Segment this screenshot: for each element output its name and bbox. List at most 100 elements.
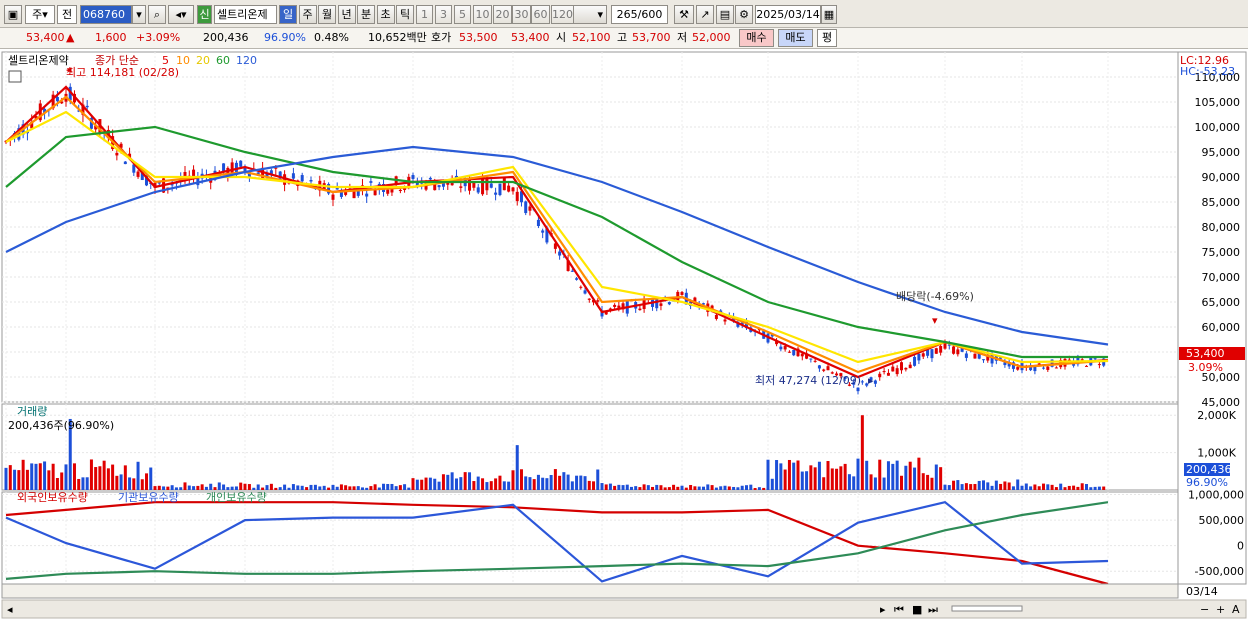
dividend-note: 배당락(-4.69%) bbox=[896, 290, 974, 303]
candle-body bbox=[459, 186, 463, 188]
stock-code-input[interactable]: 068760 bbox=[80, 5, 132, 24]
zoom-in-icon[interactable]: + bbox=[1216, 603, 1225, 616]
tool-icon[interactable]: ⚒ bbox=[674, 5, 694, 24]
ask-price: 53,500 bbox=[459, 31, 498, 44]
volume-bar bbox=[196, 485, 200, 490]
stop-icon[interactable]: ■ bbox=[912, 603, 922, 616]
sell-button[interactable]: 매도 bbox=[778, 29, 813, 47]
volume-bar bbox=[313, 484, 317, 490]
volume-bar bbox=[94, 467, 98, 490]
volume-bar bbox=[646, 485, 650, 490]
volume-bar bbox=[25, 469, 29, 490]
volume-bar bbox=[162, 486, 166, 490]
volume-bar bbox=[532, 479, 536, 490]
volume-bar bbox=[424, 477, 428, 490]
buy-button[interactable]: 매수 bbox=[739, 29, 774, 47]
table-icon[interactable] bbox=[8, 70, 22, 83]
date-field[interactable]: 2025/03/14 bbox=[755, 5, 821, 24]
candle-body bbox=[1097, 364, 1101, 366]
candle-body bbox=[873, 380, 877, 384]
volume-bar bbox=[960, 484, 964, 490]
volume-bar bbox=[327, 487, 331, 490]
interval-button-7[interactable]: 120 bbox=[551, 5, 574, 24]
volume-bar bbox=[115, 475, 119, 490]
calendar-icon[interactable]: ▦ bbox=[821, 5, 837, 24]
candle-body bbox=[856, 387, 860, 392]
scroll-right-icon[interactable]: ▸ bbox=[880, 603, 886, 616]
volume-bar bbox=[98, 466, 102, 490]
layout-icon[interactable]: ▣ bbox=[4, 5, 22, 24]
draw-icon[interactable]: ↗ bbox=[696, 5, 714, 24]
candle-body bbox=[939, 345, 943, 353]
period-tab-6[interactable]: 틱 bbox=[396, 5, 414, 24]
open-label: 시 bbox=[556, 31, 567, 44]
volume-bar bbox=[265, 485, 269, 490]
candle-body bbox=[494, 192, 498, 195]
candle-body bbox=[587, 298, 591, 300]
count-field[interactable]: 265/600 bbox=[611, 5, 668, 24]
volume-bar bbox=[934, 464, 938, 490]
interval-dropdown[interactable]: ▾ bbox=[573, 5, 607, 24]
font-size-icon[interactable]: A bbox=[1232, 603, 1240, 616]
volume-bar bbox=[990, 485, 994, 490]
volume-bar bbox=[830, 468, 834, 490]
candle-body bbox=[921, 353, 925, 357]
volume-bar bbox=[322, 485, 326, 490]
zoom-slider[interactable] bbox=[951, 605, 1023, 612]
settings-gear-icon[interactable]: ⚙ bbox=[735, 5, 753, 24]
volume-bar bbox=[545, 478, 549, 490]
hc-label: HC:-53.23 bbox=[1180, 65, 1235, 78]
period-tab-5[interactable]: 초 bbox=[376, 5, 395, 24]
prev-select[interactable]: 전 bbox=[57, 5, 77, 24]
period-tab-3[interactable]: 년 bbox=[337, 5, 356, 24]
volume-bar bbox=[676, 486, 680, 490]
interval-button-3[interactable]: 10 bbox=[473, 5, 492, 24]
candle-body bbox=[964, 353, 968, 358]
volume-bar bbox=[839, 466, 843, 490]
code-dropdown-icon[interactable]: ▾ bbox=[132, 5, 146, 24]
interval-button-5[interactable]: 30 bbox=[512, 5, 531, 24]
avg-button[interactable]: 평 bbox=[817, 29, 837, 47]
volume-bar bbox=[835, 468, 839, 490]
high-label: 고 bbox=[617, 31, 628, 44]
ma60-label: 60 bbox=[216, 54, 230, 67]
period-tab-2[interactable]: 월 bbox=[318, 5, 336, 24]
search-icon[interactable]: ⌕ bbox=[148, 5, 166, 24]
volume-bar bbox=[420, 479, 424, 490]
volume-bar bbox=[575, 475, 579, 490]
last-page-icon[interactable]: ⏭ bbox=[928, 603, 938, 616]
interval-button-4[interactable]: 20 bbox=[493, 5, 512, 24]
volume-bar bbox=[407, 487, 411, 490]
save-icon[interactable]: ▤ bbox=[716, 5, 734, 24]
interval-button-2[interactable]: 5 bbox=[454, 5, 471, 24]
zoom-out-icon[interactable]: − bbox=[1200, 603, 1209, 616]
interval-button-0[interactable]: 1 bbox=[416, 5, 433, 24]
volume-bar bbox=[136, 461, 140, 490]
period-tab-4[interactable]: 분 bbox=[357, 5, 375, 24]
change-pct: +3.09% bbox=[136, 31, 181, 44]
candle-body bbox=[638, 308, 642, 311]
period-tab-0[interactable]: 일 bbox=[279, 5, 297, 24]
candle-body bbox=[239, 160, 243, 167]
speaker-icon[interactable]: ◂▾ bbox=[168, 5, 194, 24]
candle-body bbox=[917, 353, 921, 361]
volume-bar bbox=[174, 487, 178, 490]
volume-bar bbox=[904, 465, 908, 490]
volume-bar bbox=[1085, 484, 1088, 490]
interval-button-1[interactable]: 3 bbox=[435, 5, 452, 24]
volume-note: 200,436주(96.90%) bbox=[8, 419, 114, 432]
volume-bar bbox=[805, 471, 809, 490]
candle-body bbox=[822, 369, 826, 371]
volume-bar bbox=[583, 476, 587, 490]
interval-button-6[interactable]: 60 bbox=[531, 5, 550, 24]
period-tab-1[interactable]: 주 bbox=[298, 5, 317, 24]
volume-bar bbox=[613, 485, 617, 490]
chart-area[interactable]: ◂▸▾ 110,000105,000100,00095,00090,00085,… bbox=[0, 49, 1248, 621]
volume-bar bbox=[300, 485, 304, 490]
volume-bar bbox=[318, 486, 322, 490]
scroll-left-icon[interactable]: ◂ bbox=[7, 603, 13, 616]
market-select[interactable]: 주▾ bbox=[25, 5, 55, 24]
inst-legend: 기관보유수량 bbox=[118, 491, 179, 504]
scroll-bar[interactable] bbox=[1, 599, 1247, 619]
first-page-icon[interactable]: ⏮ bbox=[894, 603, 904, 616]
